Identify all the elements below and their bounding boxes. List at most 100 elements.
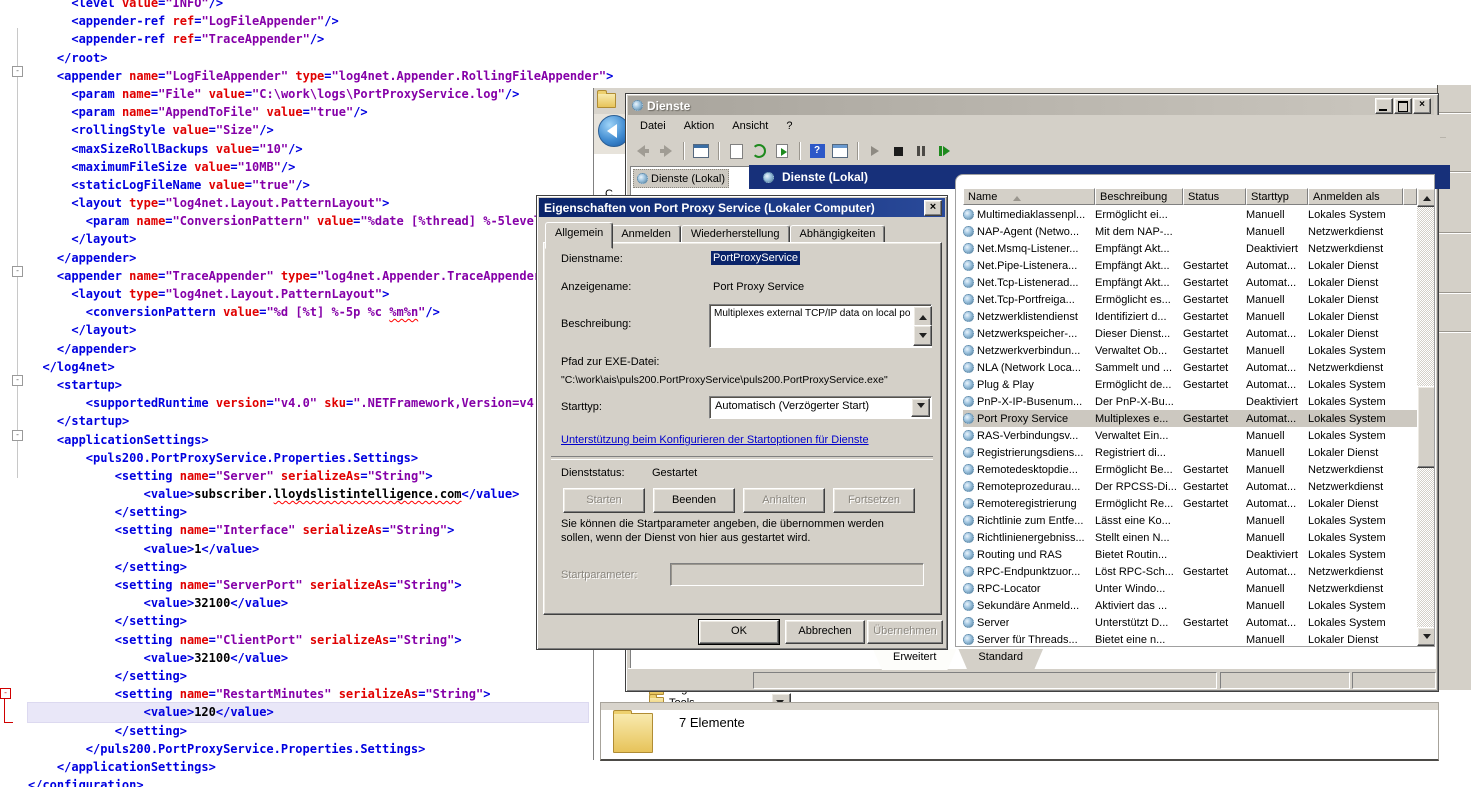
service-gear-icon [963, 617, 974, 628]
table-row[interactable]: Net.Msmq-Listener...Empfängt Akt...Deakt… [963, 240, 1417, 257]
menu-ansicht[interactable]: Ansicht [732, 120, 768, 132]
cell-status: Gestartet [1183, 311, 1246, 323]
table-header: Name Beschreibung Status Starttyp Anmeld… [963, 188, 1417, 205]
table-row[interactable]: Netzwerkspeicher-...Dieser Dienst...Gest… [963, 325, 1417, 342]
table-row[interactable]: Netzwerkverbindun...Verwaltet Ob...Gesta… [963, 342, 1417, 359]
beenden-button[interactable]: Beenden [653, 488, 735, 513]
table-row[interactable]: Richtlinienergebniss...Stellt einen N...… [963, 529, 1417, 546]
beschreibung-field[interactable]: Multiplexes external TCP/IP data on loca… [709, 304, 932, 348]
explorer-folder-icon [597, 93, 616, 108]
window-title: Dienste [647, 99, 690, 113]
dialog-close-button[interactable]: × [924, 200, 942, 216]
back-icon[interactable] [634, 143, 652, 160]
column-header-beschreibung[interactable]: Beschreibung [1095, 188, 1183, 205]
cell-status: Gestartet [1183, 617, 1246, 629]
column-header-starttyp[interactable]: Starttyp [1246, 188, 1308, 205]
table-row[interactable]: RemoteregistrierungErmöglicht Re...Gesta… [963, 495, 1417, 512]
vertical-scrollbar[interactable] [1417, 188, 1434, 646]
cell-beschreibung: Verwaltet Ob... [1095, 345, 1183, 357]
tree-item-dienste-lokal[interactable]: Dienste (Lokal) [633, 169, 729, 188]
table-row[interactable]: Multimediaklassenpl...Ermöglicht ei...Ma… [963, 206, 1417, 223]
ok-button[interactable]: OK [699, 620, 779, 644]
table-row[interactable]: RPC-Endpunktzuor...Löst RPC-Sch...Gestar… [963, 563, 1417, 580]
show-action-pane-icon[interactable] [831, 143, 849, 160]
help-icon[interactable]: ? [808, 143, 826, 160]
refresh-icon[interactable] [750, 143, 768, 160]
table-row[interactable]: RAS-Verbindungsv...Verwaltet Ein...Manue… [963, 427, 1417, 444]
service-gear-icon [963, 481, 974, 492]
startparameter-note: Sie können die Startparameter angeben, d… [561, 518, 909, 545]
combo-dropdown-button[interactable] [911, 398, 930, 417]
pause-service-icon[interactable] [912, 143, 930, 160]
cell-status: Gestartet [1183, 481, 1246, 493]
close-button[interactable]: × [1413, 98, 1431, 114]
desc-scroll-up-button[interactable] [913, 306, 932, 327]
stop-service-icon[interactable] [889, 143, 907, 160]
table-row[interactable]: Sekundäre Anmeld...Aktiviert das ...Manu… [963, 597, 1417, 614]
fold-toggle-icon[interactable]: - [12, 375, 23, 386]
back-arrow-icon [607, 124, 617, 138]
menu-hilfe[interactable]: ? [786, 120, 792, 132]
fold-toggle-icon[interactable]: - [12, 266, 23, 277]
table-row[interactable]: Registrierungsdiens...Registriert di...M… [963, 444, 1417, 461]
table-row[interactable]: Net.Tcp-Listenerad...Empfängt Akt...Gest… [963, 274, 1417, 291]
dienstname-value[interactable]: PortProxyService [711, 251, 800, 265]
cell-name: NLA (Network Loca... [963, 362, 1095, 374]
scroll-up-button[interactable] [1417, 188, 1435, 207]
table-row[interactable]: ServerUnterstützt D...GestartetAutomat..… [963, 614, 1417, 631]
fold-toggle-icon[interactable]: - [12, 430, 23, 441]
cell-starttyp: Manuell [1246, 209, 1308, 221]
pane-top-band [601, 703, 1438, 710]
tab-erweitert[interactable]: Erweitert [873, 649, 956, 670]
abbrechen-button[interactable]: Abbrechen [785, 620, 865, 644]
table-row[interactable]: Richtlinie zum Entfe...Lässt eine Ko...M… [963, 512, 1417, 529]
fold-toggle-icon-active[interactable]: - [0, 688, 11, 699]
fold-toggle-icon[interactable]: - [12, 66, 23, 77]
table-row[interactable]: NetzwerklistendienstIdentifiziert d...Ge… [963, 308, 1417, 325]
scroll-thumb[interactable] [1417, 386, 1435, 468]
table-row[interactable]: Net.Pipe-Listenera...Empfängt Akt...Gest… [963, 257, 1417, 274]
desc-scroll-down-button[interactable] [913, 325, 932, 346]
column-header-status[interactable]: Status [1183, 188, 1246, 205]
cell-starttyp: Manuell [1246, 294, 1308, 306]
table-row[interactable]: NLA (Network Loca...Sammelt und ...Gesta… [963, 359, 1417, 376]
cell-starttyp: Manuell [1246, 345, 1308, 357]
table-row[interactable]: Remotedesktopdie...Ermöglicht Be...Gesta… [963, 461, 1417, 478]
restart-service-icon[interactable] [935, 143, 953, 160]
cell-anmelden: Netzwerkdienst [1308, 481, 1418, 493]
cell-starttyp: Automat... [1246, 379, 1308, 391]
table-row[interactable]: Remoteprozedurau...Der RPCSS-Di...Gestar… [963, 478, 1417, 495]
table-row[interactable]: Net.Tcp-Portfreiga...Ermöglicht es...Ges… [963, 291, 1417, 308]
menu-aktion[interactable]: Aktion [684, 120, 715, 132]
show-console-tree-icon[interactable] [692, 143, 710, 160]
column-header-anmelden[interactable]: Anmelden als [1308, 188, 1403, 205]
pfad-label: Pfad zur EXE-Datei: [561, 356, 659, 368]
cell-name: Netzwerkverbindun... [963, 345, 1095, 357]
export-list-icon[interactable] [773, 143, 791, 160]
scroll-down-button[interactable] [1417, 627, 1435, 646]
tab-allgemein[interactable]: Allgemein [545, 222, 613, 249]
forward-icon[interactable] [657, 143, 675, 160]
starttyp-select[interactable]: Automatisch (Verzögerter Start) [709, 396, 932, 419]
column-header-name[interactable]: Name [963, 188, 1095, 205]
dialog-titlebar[interactable]: Eigenschaften von Port Proxy Service (Lo… [539, 198, 945, 217]
menu-datei[interactable]: Datei [640, 120, 666, 132]
services-titlebar[interactable]: Dienste × [628, 96, 1434, 115]
table-row[interactable]: NAP-Agent (Netwo...Mit dem NAP-...Manuel… [963, 223, 1417, 240]
tab-standard[interactable]: Standard [958, 649, 1043, 670]
table-row[interactable]: Plug & PlayErmöglicht de...GestartetAuto… [963, 376, 1417, 393]
table-row[interactable]: Port Proxy ServiceMultiplexes e...Gestar… [963, 410, 1417, 427]
table-row[interactable]: Server für Threads...Bietet eine n...Man… [963, 631, 1417, 647]
table-row[interactable]: PnP-X-IP-Busenum...Der PnP-X-Bu...Deakti… [963, 393, 1417, 410]
table-row[interactable]: Routing und RASBietet Routin...Deaktivie… [963, 546, 1417, 563]
start-service-icon[interactable] [866, 143, 884, 160]
service-gear-icon [963, 566, 974, 577]
table-row[interactable]: RPC-LocatorUnter Windo...ManuellNetzwerk… [963, 580, 1417, 597]
maximize-button[interactable] [1394, 98, 1412, 114]
properties-icon[interactable] [727, 143, 745, 160]
service-gear-icon [963, 430, 974, 441]
cell-beschreibung: Bietet eine n... [1095, 634, 1183, 646]
uebernehmen-button: Übernehmen [867, 620, 943, 644]
minimize-button[interactable] [1375, 98, 1393, 114]
startoptionen-link[interactable]: Unterstützung beim Konfigurieren der Sta… [561, 434, 869, 446]
